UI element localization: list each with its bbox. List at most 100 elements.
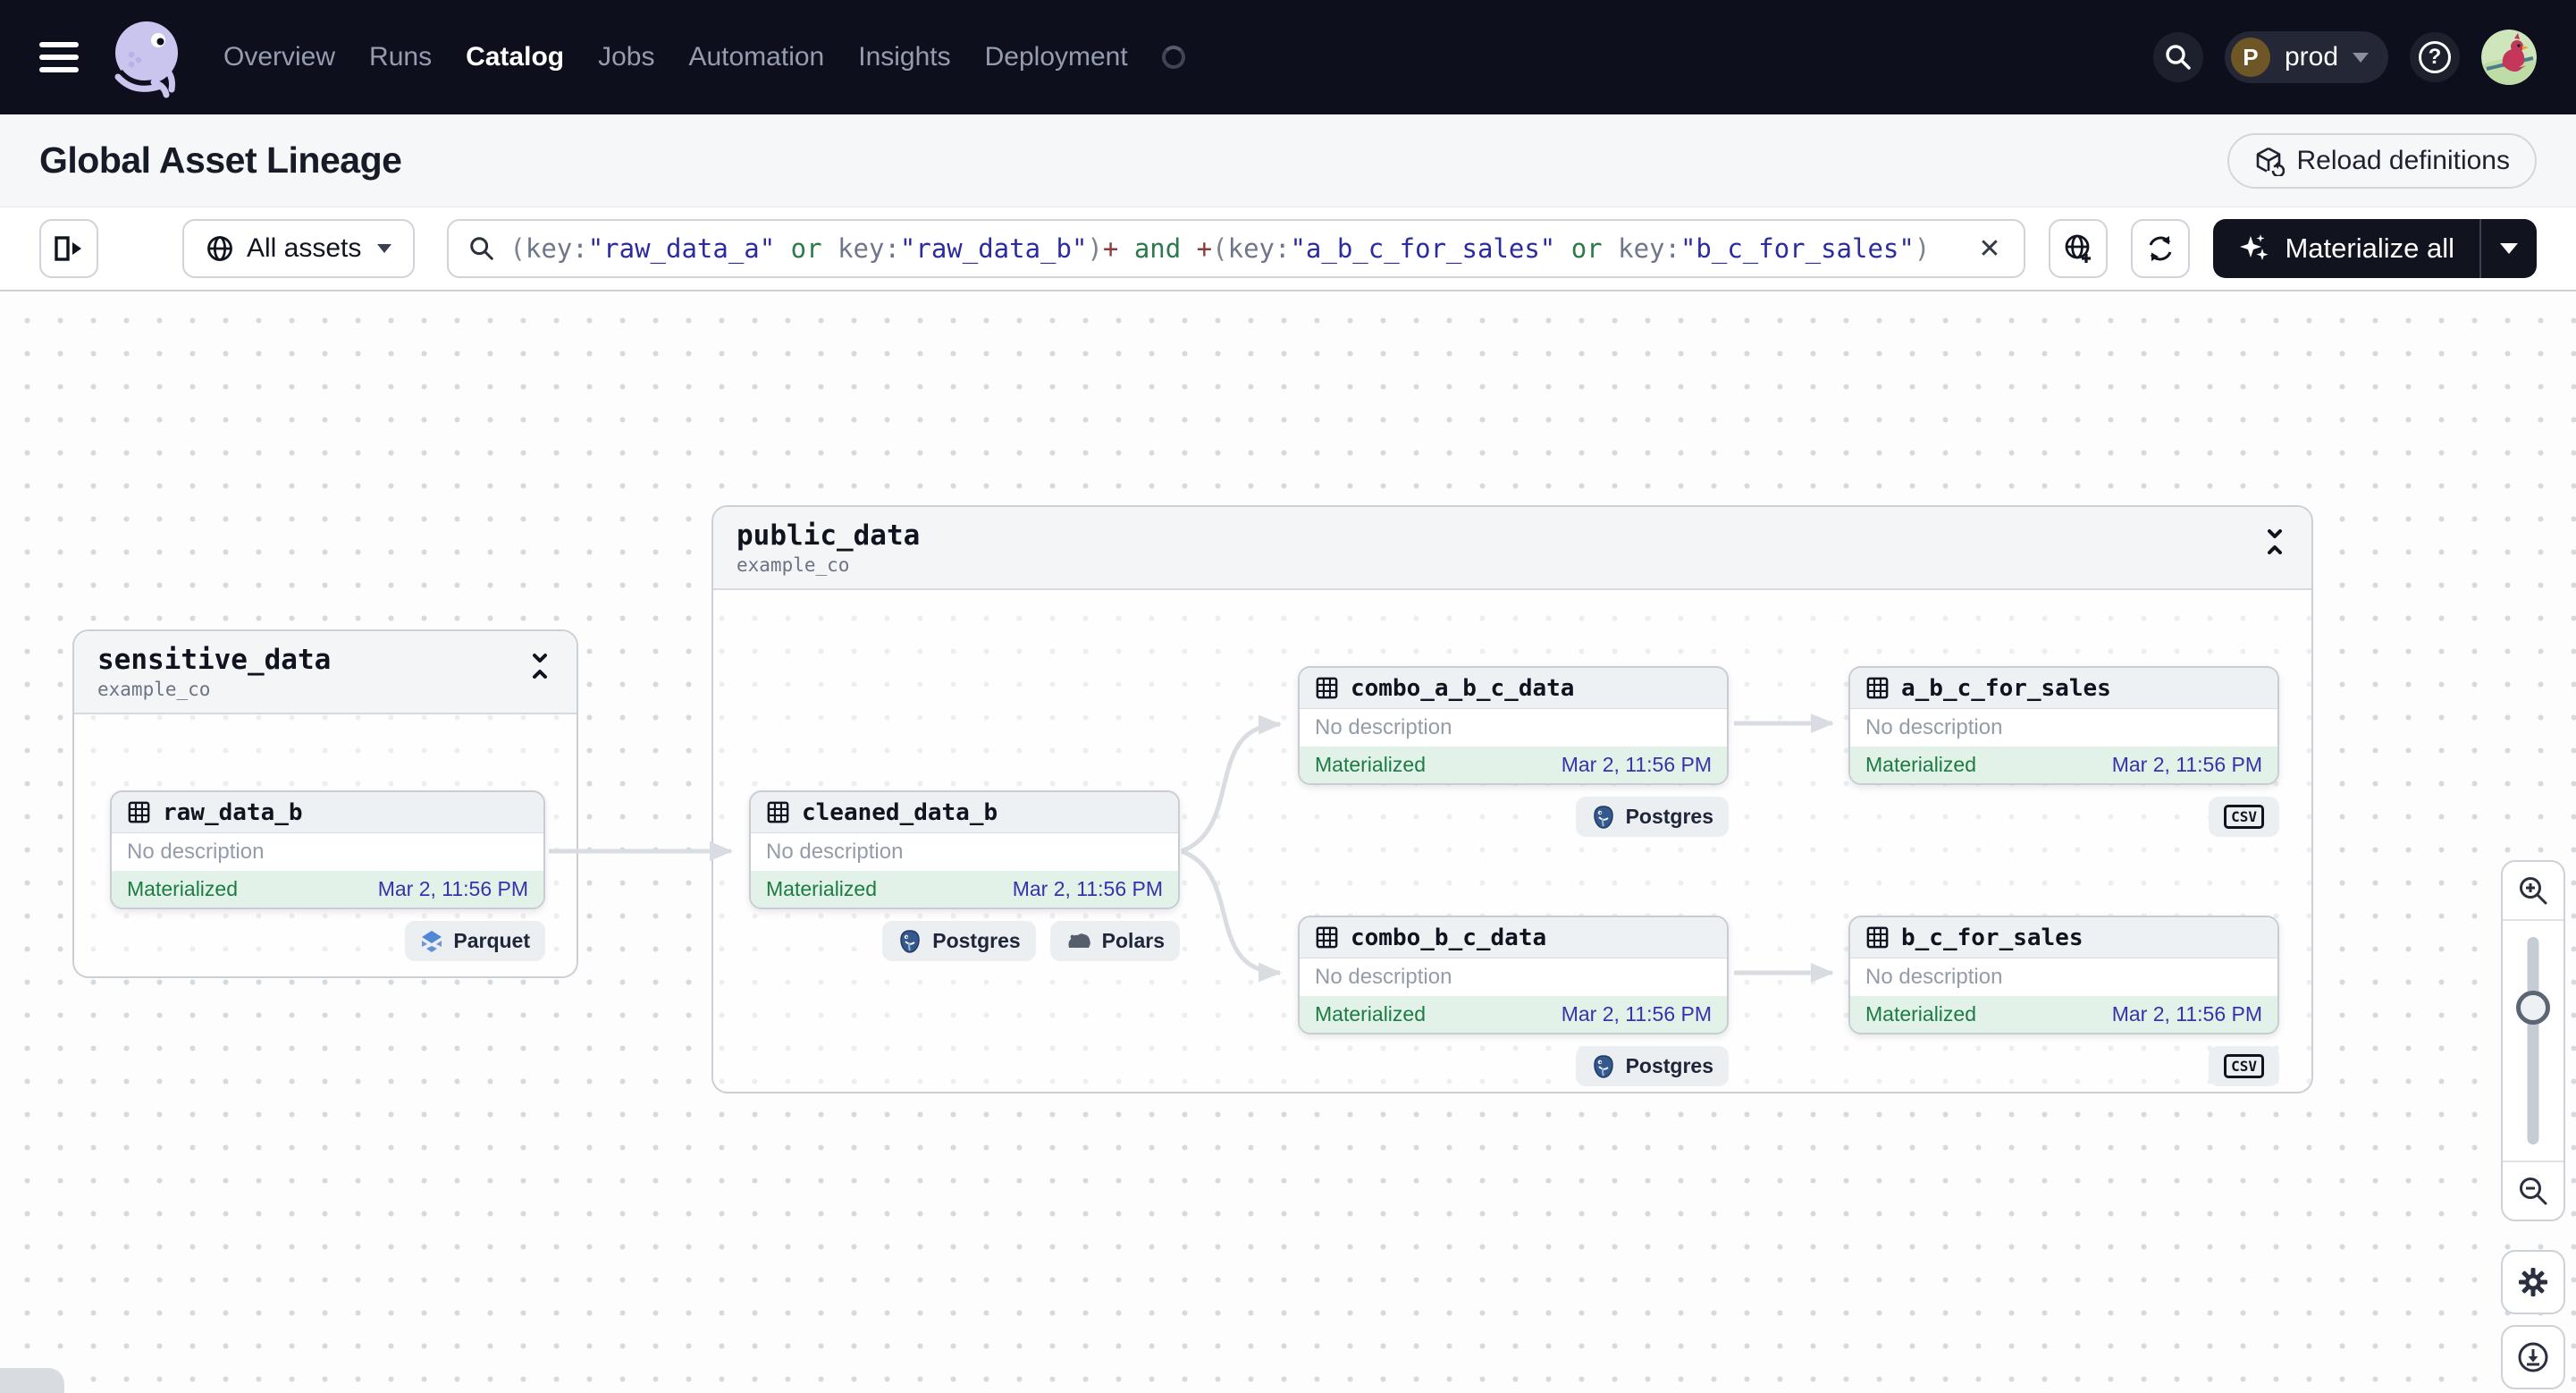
zoom-out-icon xyxy=(2520,1178,2547,1205)
environment-badge: P xyxy=(2230,38,2270,77)
materialization-timestamp[interactable]: Mar 2, 11:56 PM xyxy=(378,877,528,901)
asset-description: No description xyxy=(1865,965,2003,989)
chevron-down-icon xyxy=(2353,52,2369,63)
menu-icon[interactable] xyxy=(39,42,79,72)
refresh-icon xyxy=(2150,236,2172,261)
asset-description: No description xyxy=(1315,715,1452,739)
help-button[interactable]: ? xyxy=(2410,32,2460,82)
asset-node-a-b-c-for-sales[interactable]: a_b_c_for_sales No description Materiali… xyxy=(1848,666,2279,785)
asset-node-combo-a-b-c-data[interactable]: combo_a_b_c_data No description Material… xyxy=(1298,666,1729,785)
zoom-slider-handle[interactable] xyxy=(2516,991,2550,1025)
asset-node-container: cleaned_data_b No description Materializ… xyxy=(749,790,1180,961)
materialize-options-button[interactable] xyxy=(2481,219,2537,278)
zoom-out-button[interactable] xyxy=(2503,1161,2563,1220)
postgres-icon xyxy=(1593,1054,1613,1078)
csv-icon: CSV xyxy=(2224,1054,2264,1078)
asset-scope-dropdown[interactable]: All assets xyxy=(182,219,416,278)
table-icon xyxy=(1316,926,1338,949)
materialization-timestamp[interactable]: Mar 2, 11:56 PM xyxy=(2112,1002,2262,1026)
clear-filter-button[interactable]: ✕ xyxy=(1974,233,2004,265)
refresh-button[interactable] xyxy=(2131,219,2191,278)
asset-node-header: combo_a_b_c_data xyxy=(1300,668,1727,709)
search-icon xyxy=(2166,45,2191,70)
dagster-logo-icon[interactable] xyxy=(102,13,191,102)
table-icon xyxy=(1316,677,1338,699)
table-icon xyxy=(1866,677,1889,699)
search-button[interactable] xyxy=(2152,32,2203,82)
csv-icon: CSV xyxy=(2224,805,2264,829)
materialization-timestamp[interactable]: Mar 2, 11:56 PM xyxy=(2112,753,2262,777)
postgres-icon xyxy=(900,929,920,953)
asset-node-cleaned-data-b[interactable]: cleaned_data_b No description Materializ… xyxy=(749,790,1180,909)
kind-badge-postgres[interactable]: Postgres xyxy=(1575,797,1729,837)
asset-status-row: Materialized Mar 2, 11:56 PM xyxy=(1300,996,1727,1033)
globe-icon xyxy=(207,236,232,261)
asset-node-raw-data-b[interactable]: raw_data_b No description Materialized M… xyxy=(110,790,545,909)
zoom-controls xyxy=(2501,860,2565,1221)
asset-node-b-c-for-sales[interactable]: b_c_for_sales No description Materialize… xyxy=(1848,916,2279,1034)
chevron-down-icon xyxy=(2500,243,2518,254)
kind-badge-label: Postgres xyxy=(932,929,1021,952)
materialization-timestamp[interactable]: Mar 2, 11:56 PM xyxy=(1562,1002,1712,1026)
zoom-slider[interactable] xyxy=(2503,921,2563,1161)
open-side-panel-button[interactable] xyxy=(39,219,98,278)
asset-kind-badges: CSV xyxy=(1848,1046,2279,1086)
status-badge: Materialized xyxy=(1315,1002,1426,1026)
globe-plus-icon xyxy=(2066,234,2092,263)
environment-switcher[interactable]: P prod xyxy=(2224,31,2388,83)
filter-query-text: (key:"raw_data_a" or key:"raw_data_b")+ … xyxy=(509,233,1931,264)
kind-badge-csv[interactable]: CSV xyxy=(2209,1046,2279,1086)
avatar[interactable] xyxy=(2481,30,2537,85)
nav-deployment[interactable]: Deployment xyxy=(985,42,1128,72)
primary-nav: Overview Runs Catalog Jobs Automation In… xyxy=(223,42,1185,72)
asset-scope-label: All assets xyxy=(247,233,362,263)
kind-badge-polars[interactable]: Polars xyxy=(1049,921,1180,961)
search-icon xyxy=(470,237,494,260)
reload-definitions-button[interactable]: Reload definitions xyxy=(2227,132,2537,189)
parquet-icon xyxy=(422,930,442,952)
zoom-slider-track[interactable] xyxy=(2527,937,2539,1144)
materialization-timestamp[interactable]: Mar 2, 11:56 PM xyxy=(1562,753,1712,777)
nav-catalog[interactable]: Catalog xyxy=(466,42,564,72)
graph-settings-button[interactable] xyxy=(2501,1250,2565,1314)
status-badge: Materialized xyxy=(766,877,877,900)
status-badge: Materialized xyxy=(1865,1002,1976,1026)
zoom-in-button[interactable] xyxy=(2503,862,2563,921)
status-badge: Materialized xyxy=(127,877,238,900)
help-icon: ? xyxy=(2419,41,2451,73)
nav-automation[interactable]: Automation xyxy=(688,42,824,72)
asset-description: No description xyxy=(1865,715,2003,739)
materialization-timestamp[interactable]: Mar 2, 11:56 PM xyxy=(1013,877,1163,901)
kind-badge-postgres[interactable]: Postgres xyxy=(882,921,1036,961)
nav-runs[interactable]: Runs xyxy=(369,42,432,72)
asset-lineage-canvas[interactable]: sensitive_data example_co public_data ex… xyxy=(0,291,2576,1393)
top-navigation-bar: Overview Runs Catalog Jobs Automation In… xyxy=(0,0,2576,114)
materialize-all-label: Materialize all xyxy=(2285,232,2454,264)
asset-description: No description xyxy=(127,840,265,864)
materialize-all-button[interactable]: Materialize all xyxy=(2213,219,2479,278)
nav-jobs[interactable]: Jobs xyxy=(598,42,654,72)
kind-badge-label: Postgres xyxy=(1625,805,1713,828)
reload-definitions-label: Reload definitions xyxy=(2296,145,2511,175)
topbar-actions: P prod ? xyxy=(2152,30,2537,85)
kind-badge-postgres[interactable]: Postgres xyxy=(1575,1046,1729,1086)
asset-node-container: a_b_c_for_sales No description Materiali… xyxy=(1848,666,2279,837)
export-graph-button[interactable] xyxy=(2501,1325,2565,1389)
kind-badge-parquet[interactable]: Parquet xyxy=(405,921,545,961)
asset-kind-badges: Postgres xyxy=(1298,797,1729,837)
asset-node-combo-b-c-data[interactable]: combo_b_c_data No description Materializ… xyxy=(1298,916,1729,1034)
page-header: Global Asset Lineage Reload definitions xyxy=(0,114,2576,207)
fetch-external-assets-button[interactable] xyxy=(2049,219,2109,278)
nav-insights[interactable]: Insights xyxy=(858,42,950,72)
asset-name: combo_a_b_c_data xyxy=(1351,674,1575,702)
environment-name: prod xyxy=(2284,42,2338,72)
nav-overview[interactable]: Overview xyxy=(223,42,335,72)
asset-kind-badges: Parquet xyxy=(110,921,545,961)
asset-filter-input[interactable]: (key:"raw_data_a" or key:"raw_data_b")+ … xyxy=(447,219,2026,278)
asset-name: combo_b_c_data xyxy=(1351,924,1547,951)
asset-node-container: raw_data_b No description Materialized M… xyxy=(110,790,545,961)
kind-badge-label: Parquet xyxy=(453,929,530,952)
download-circle-icon xyxy=(2518,1342,2548,1372)
asset-node-header: combo_b_c_data xyxy=(1300,917,1727,958)
kind-badge-csv[interactable]: CSV xyxy=(2209,797,2279,837)
